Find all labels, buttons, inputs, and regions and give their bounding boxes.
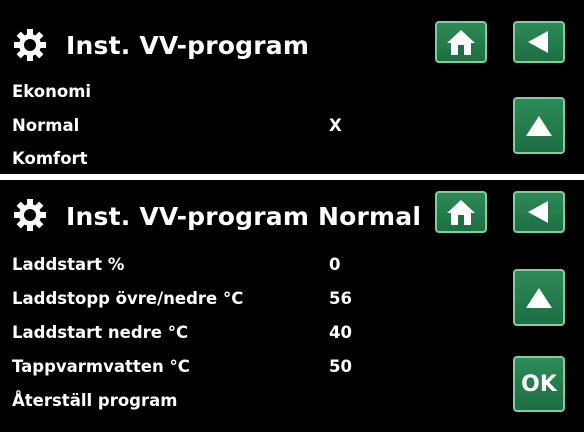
program-select-screen: Inst. VV-program Ekonomi Normal X Komfor… bbox=[0, 0, 584, 174]
setting-laddstart-value: 0 bbox=[329, 255, 341, 274]
option-ekonomi[interactable]: Ekonomi bbox=[12, 82, 91, 101]
scroll-up-button[interactable] bbox=[513, 97, 565, 154]
back-arrow-icon bbox=[528, 201, 548, 223]
page-title: Inst. VV-program Normal bbox=[66, 202, 422, 231]
setting-tappvarmvatten-value: 50 bbox=[329, 357, 352, 376]
reset-program-item[interactable]: Återställ program bbox=[12, 391, 177, 410]
option-normal[interactable]: Normal bbox=[12, 116, 79, 135]
up-arrow-icon bbox=[526, 287, 552, 308]
option-komfort[interactable]: Komfort bbox=[12, 149, 88, 168]
back-button[interactable] bbox=[513, 21, 565, 63]
home-icon bbox=[447, 30, 475, 55]
home-button[interactable] bbox=[435, 191, 487, 233]
back-arrow-icon bbox=[528, 31, 548, 53]
setting-laddstart-label[interactable]: Laddstart % bbox=[12, 255, 124, 274]
page-title: Inst. VV-program bbox=[66, 31, 310, 60]
back-button[interactable] bbox=[513, 191, 565, 233]
option-normal-marker: X bbox=[329, 116, 342, 135]
home-icon bbox=[447, 200, 475, 225]
gear-icon bbox=[14, 29, 46, 61]
scroll-up-button[interactable] bbox=[513, 269, 565, 326]
home-button[interactable] bbox=[435, 21, 487, 63]
setting-laddstart-nedre-label[interactable]: Laddstart nedre °C bbox=[12, 323, 188, 342]
ok-button[interactable]: OK bbox=[513, 356, 565, 412]
setting-laddstopp-label[interactable]: Laddstopp övre/nedre °C bbox=[12, 289, 243, 308]
setting-tappvarmvatten-label[interactable]: Tappvarmvatten °C bbox=[12, 357, 190, 376]
gear-icon bbox=[14, 199, 46, 231]
up-arrow-icon bbox=[526, 115, 552, 136]
setting-laddstart-nedre-value: 40 bbox=[329, 323, 352, 342]
program-normal-screen: Inst. VV-program Normal OK Laddstart % 0… bbox=[0, 180, 584, 432]
setting-laddstopp-value: 56 bbox=[329, 289, 352, 308]
